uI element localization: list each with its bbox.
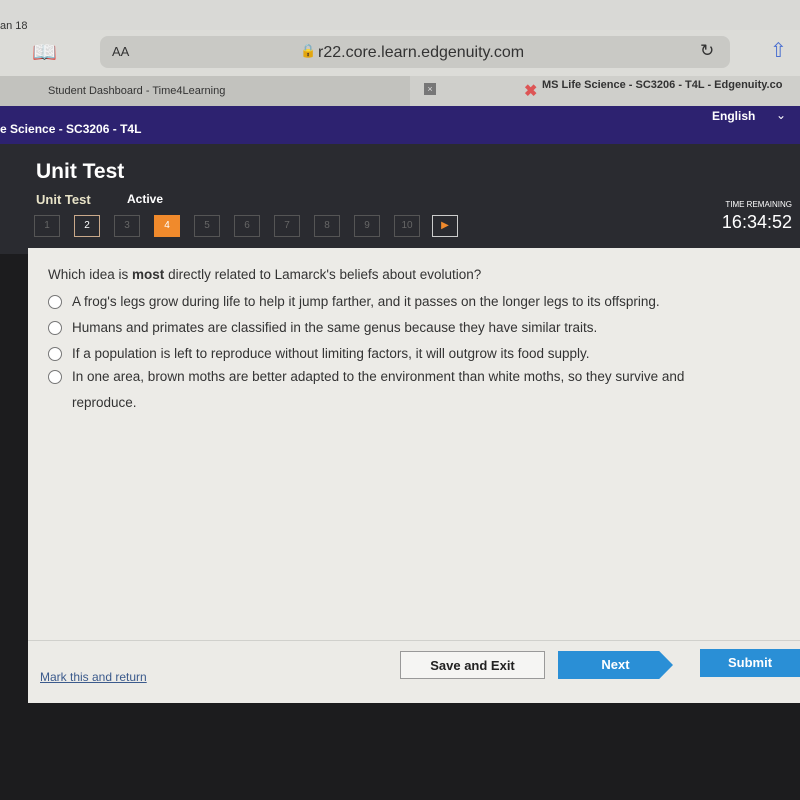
radio-button[interactable] (48, 370, 62, 384)
question-8-button[interactable]: 8 (314, 215, 340, 237)
question-1-button[interactable]: 1 (34, 215, 60, 237)
lock-icon: 🔒 (300, 43, 317, 58)
radio-button[interactable] (48, 347, 62, 361)
option-text: A frog's legs grow during life to help i… (72, 294, 660, 309)
submit-button[interactable]: Submit (700, 649, 800, 677)
radio-button[interactable] (48, 321, 62, 335)
text-size-button[interactable]: AA (112, 44, 129, 59)
question-5-button[interactable]: 5 (194, 215, 220, 237)
tab-student-dashboard[interactable]: Student Dashboard - Time4Learning (0, 76, 410, 106)
share-icon[interactable]: ⇧ (770, 38, 787, 63)
option-text: In one area, brown moths are better adap… (72, 369, 685, 410)
time-remaining: 16:34:52 (721, 212, 792, 232)
test-header: Unit Test Unit Test Active TIME REMAININ… (0, 144, 800, 254)
question-4-button[interactable]: 4 (154, 215, 180, 237)
option-text: If a population is left to reproduce wit… (72, 346, 590, 361)
close-tab-icon[interactable]: × (424, 83, 436, 95)
reload-icon[interactable]: ↻ (700, 41, 714, 61)
next-question-arrow-icon[interactable]: ▶ (432, 215, 458, 237)
browser-toolbar: 📖 AA 🔒 r22.core.learn.edgenuity.com ↻ ⇧ (0, 30, 800, 76)
page-title: Unit Test (36, 160, 125, 183)
language-select[interactable]: English (712, 109, 755, 123)
question-9-button[interactable]: 9 (354, 215, 380, 237)
chevron-down-icon[interactable]: ⌄ (776, 108, 786, 122)
question-10-button[interactable]: 10 (394, 215, 420, 237)
answer-option-d[interactable]: In one area, brown moths are better adap… (48, 364, 748, 416)
radio-button[interactable] (48, 295, 62, 309)
question-7-button[interactable]: 7 (274, 215, 300, 237)
answer-option-b[interactable]: Humans and primates are classified in th… (48, 320, 748, 335)
course-bar: e Science - SC3206 - T4L English ⌄ (0, 106, 800, 144)
time-remaining-label: TIME REMAINING (725, 200, 792, 209)
answer-option-c[interactable]: If a population is left to reproduce wit… (48, 346, 748, 361)
address-bar[interactable]: AA 🔒 r22.core.learn.edgenuity.com ↻ (100, 36, 730, 68)
course-title: e Science - SC3206 - T4L (0, 122, 142, 136)
option-text: Humans and primates are classified in th… (72, 320, 598, 335)
question-panel: Which idea is most directly related to L… (28, 248, 800, 703)
question-2-button[interactable]: 2 (74, 215, 100, 237)
tab-bar: Student Dashboard - Time4Learning × ✖ MS… (0, 76, 800, 106)
question-6-button[interactable]: 6 (234, 215, 260, 237)
mark-and-return-link[interactable]: Mark this and return (40, 670, 147, 684)
bookmarks-icon[interactable]: 📖 (32, 40, 57, 65)
answer-option-a[interactable]: A frog's legs grow during life to help i… (48, 294, 748, 309)
url-text: r22.core.learn.edgenuity.com (318, 44, 525, 61)
next-button[interactable]: Next (558, 651, 673, 679)
tab-label: Student Dashboard - Time4Learning (48, 85, 226, 97)
question-3-button[interactable]: 3 (114, 215, 140, 237)
save-and-exit-button[interactable]: Save and Exit (400, 651, 545, 679)
tab-ms-life-science[interactable]: MS Life Science - SC3206 - T4L - Edgenui… (542, 79, 782, 91)
edgenuity-icon: ✖ (524, 83, 538, 100)
question-text: Which idea is most directly related to L… (48, 267, 482, 282)
test-name: Unit Test (36, 192, 91, 207)
status-badge: Active (127, 192, 164, 206)
